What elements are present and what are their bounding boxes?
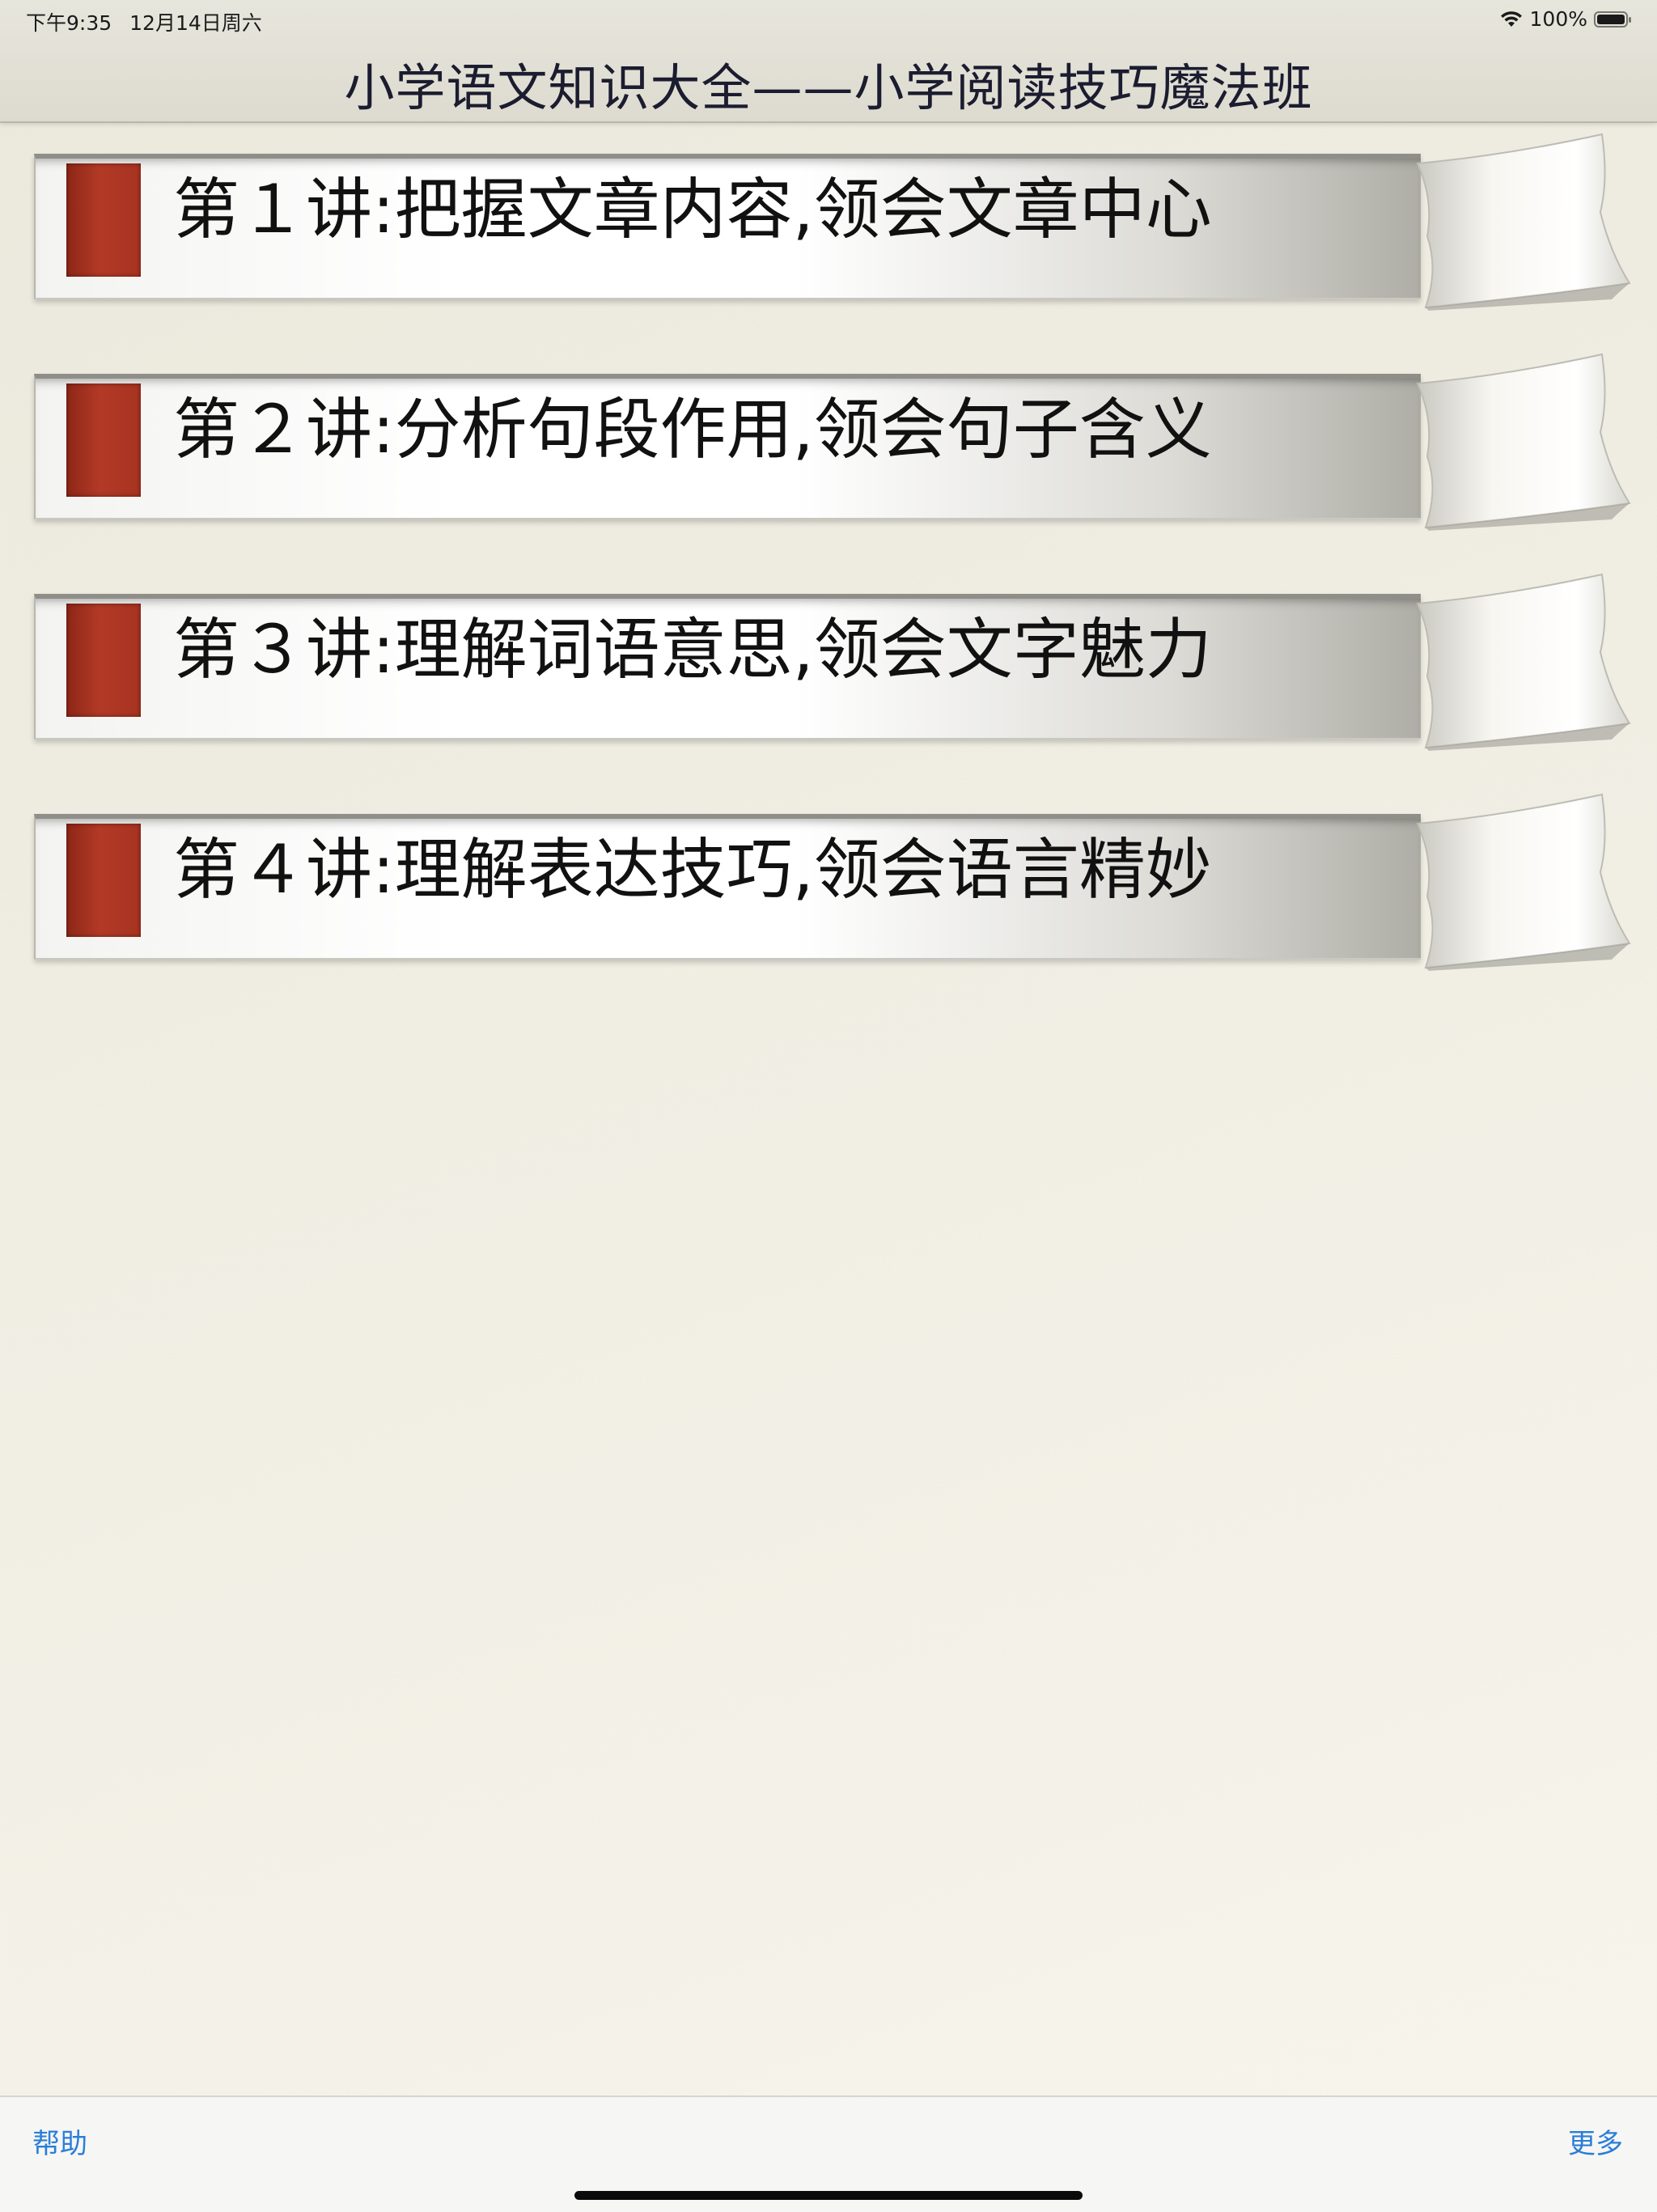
bookmark-icon <box>66 824 141 937</box>
home-indicator[interactable] <box>574 2191 1083 2200</box>
battery-full-icon <box>1594 11 1631 28</box>
status-time: 下午9:35 <box>26 11 112 35</box>
page-curl-icon <box>1416 133 1631 311</box>
lesson-item-1[interactable]: 第１讲:把握文章内容,领会文章中心 <box>34 131 1631 311</box>
lesson-item-4[interactable]: 第４讲:理解表达技巧,领会语言精妙 <box>34 791 1631 971</box>
lesson-label: 第１讲:把握文章内容,领会文章中心 <box>173 172 1212 248</box>
lesson-label: 第２讲:分析句段作用,领会句子含义 <box>173 392 1212 468</box>
page-curl-icon <box>1416 353 1631 531</box>
battery-percentage: 100% <box>1529 7 1587 31</box>
page-title: 小学语文知识大全——小学阅读技巧魔法班 <box>344 58 1313 117</box>
lesson-item-3[interactable]: 第３讲:理解词语意思,领会文字魅力 <box>34 571 1631 751</box>
lesson-label: 第３讲:理解词语意思,领会文字魅力 <box>173 612 1212 689</box>
status-right: 100% <box>1499 7 1633 31</box>
page-curl-icon <box>1416 793 1631 971</box>
lesson-item-2[interactable]: 第２讲:分析句段作用,领会句子含义 <box>34 351 1631 531</box>
more-button[interactable]: 更多 <box>1568 2121 1623 2161</box>
status-bar: 下午9:35 12月14日周六 100% <box>0 0 1657 37</box>
status-date: 12月14日周六 <box>129 11 262 35</box>
help-button[interactable]: 帮助 <box>32 2121 87 2161</box>
bookmark-icon <box>66 383 141 497</box>
bookmark-icon <box>66 604 141 717</box>
bookmark-icon <box>66 163 141 277</box>
status-left: 下午9:35 12月14日周六 <box>26 7 262 36</box>
wifi-icon <box>1500 11 1522 27</box>
page-curl-icon <box>1416 573 1631 751</box>
bottom-toolbar: 帮助 更多 <box>0 2095 1657 2212</box>
lesson-label: 第４讲:理解表达技巧,领会语言精妙 <box>173 832 1212 909</box>
